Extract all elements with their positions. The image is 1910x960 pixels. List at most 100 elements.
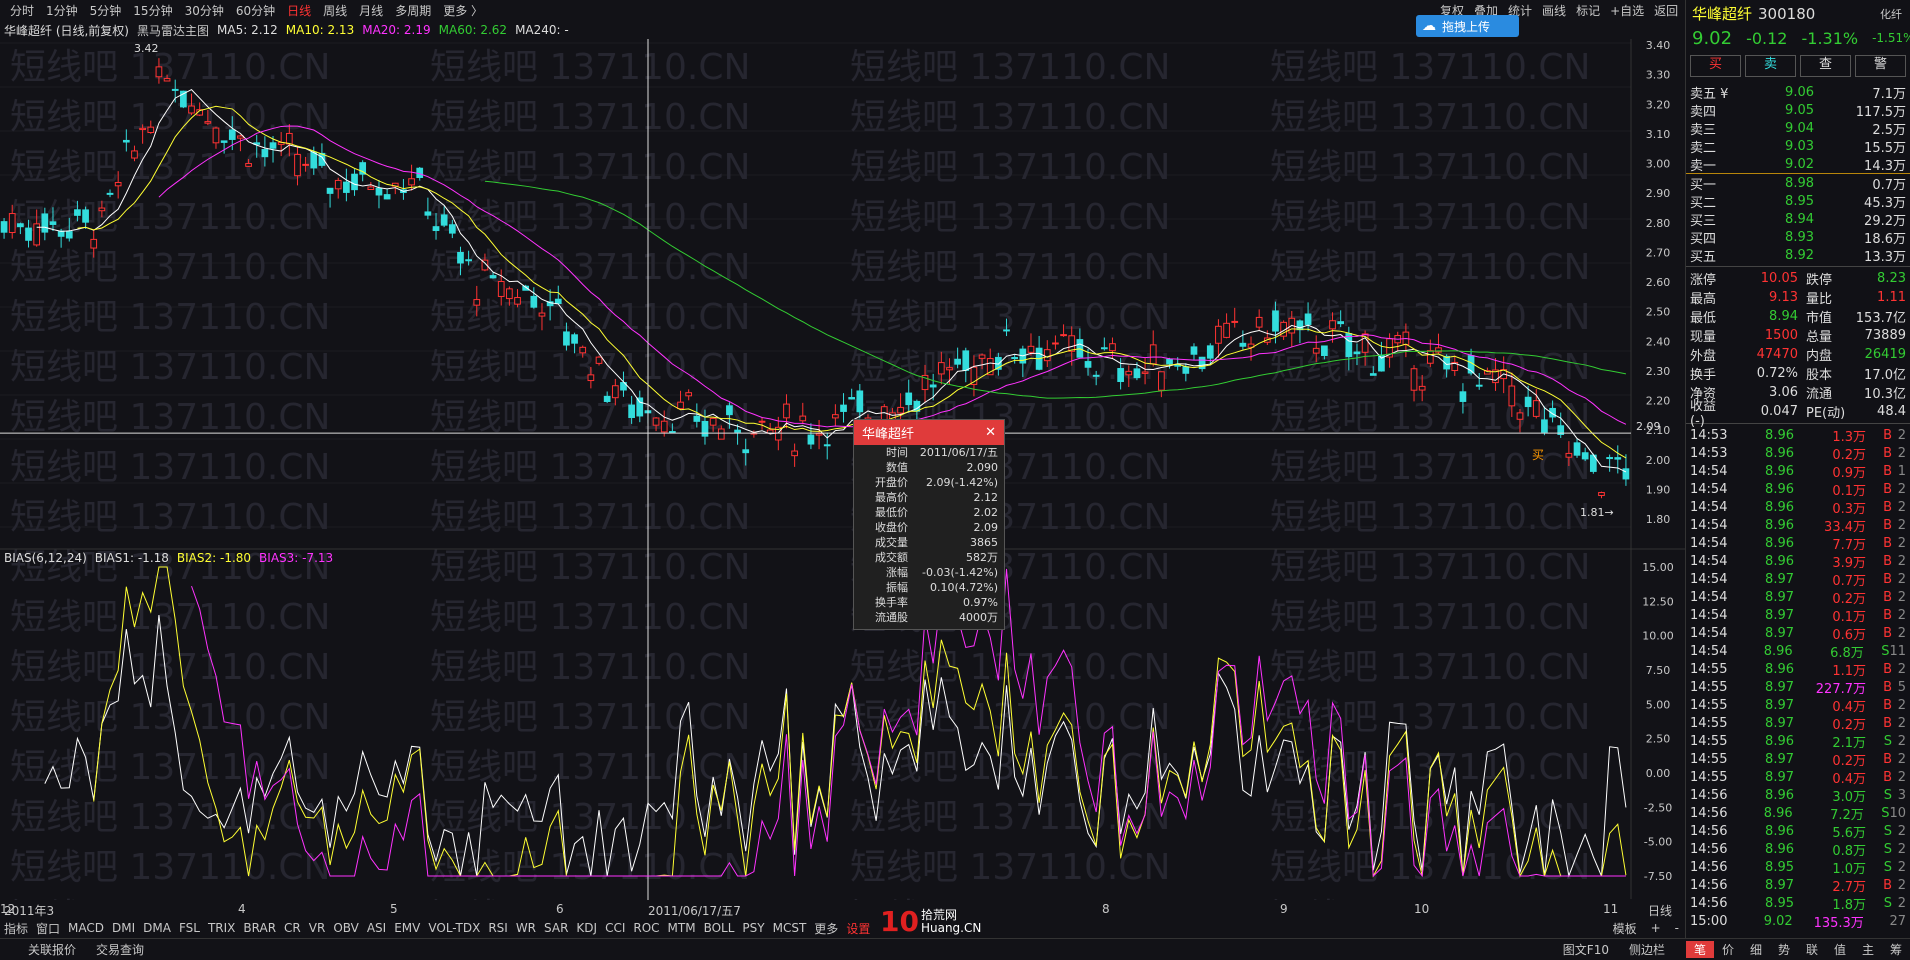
indicator-tab[interactable]: OBV: [333, 921, 359, 935]
candle-body: [897, 406, 904, 414]
candle-body: [49, 221, 57, 225]
indicator-tab[interactable]: 窗口: [36, 920, 60, 937]
upload-label: 拖拽上传: [1442, 19, 1491, 34]
indicator-tab[interactable]: MTM: [668, 921, 696, 935]
template-control[interactable]: 模板: [1613, 920, 1637, 937]
tick-list[interactable]: 14:53 8.96 1.3万 B 2 14:53 8.96 0.2万 B 2 14:54 8.96 0…: [1686, 426, 1910, 931]
panel-tab[interactable]: 主: [1854, 941, 1882, 958]
tick-volume: 1.0万: [1832, 861, 1866, 877]
asks-row[interactable]: 卖三 9.04 2.5万: [1686, 119, 1910, 138]
tick-count: 2: [1897, 859, 1906, 875]
period-tab[interactable]: 15分钟: [133, 2, 172, 19]
tick-row: 14:55 8.96 1.1万 B 2: [1686, 660, 1910, 679]
kline-chart[interactable]: 短线吧 137110.CN 短线吧 137110.CN 短线吧 137110.CN 短…: [0, 39, 1685, 900]
bottom-link[interactable]: 图文F10: [1563, 941, 1609, 958]
tick-time: 14:55: [1690, 751, 1728, 767]
template-control[interactable]: +: [1651, 921, 1661, 935]
period-tab[interactable]: 月线: [359, 2, 383, 19]
bids-price: 8.93: [1785, 229, 1814, 245]
indicator-tab[interactable]: VOL-TDX: [428, 921, 480, 935]
panel-tab[interactable]: 笔: [1686, 940, 1714, 958]
indicator-tab[interactable]: MACD: [68, 921, 104, 935]
candle-body: [1426, 350, 1434, 364]
toolbar-item[interactable]: +自选: [1610, 2, 1644, 19]
watermark-text: 短线吧 137110.CN: [1270, 547, 1590, 588]
panel-tab[interactable]: 筹: [1882, 941, 1910, 958]
trade-button[interactable]: 买: [1690, 55, 1741, 77]
indicator-tab[interactable]: CCI: [605, 921, 625, 935]
toolbar-item[interactable]: 返回: [1654, 2, 1678, 19]
asks-row[interactable]: 卖二 9.03 15.5万: [1686, 137, 1910, 156]
indicator-tab[interactable]: VR: [309, 921, 326, 935]
panel-tab[interactable]: 值: [1826, 941, 1854, 958]
bids-row[interactable]: 买五 8.92 13.3万: [1686, 246, 1910, 265]
close-icon[interactable]: ✕: [985, 425, 996, 440]
bottom-link[interactable]: 关联报价: [28, 941, 76, 958]
period-tab[interactable]: 30分钟: [185, 2, 224, 19]
period-tab[interactable]: 更多 〉: [443, 2, 483, 19]
bias-name[interactable]: BIAS(6,12,24): [4, 551, 87, 565]
bids-row[interactable]: 买二 8.95 45.3万: [1686, 192, 1910, 211]
period-tab[interactable]: 60分钟: [236, 2, 275, 19]
indicator-tab[interactable]: EMV: [394, 921, 420, 935]
bottom-link[interactable]: 侧边栏: [1629, 941, 1665, 958]
panel-tab[interactable]: 联: [1798, 941, 1826, 958]
indicator-tab[interactable]: TRIX: [208, 921, 235, 935]
period-tab[interactable]: 分时: [10, 2, 34, 19]
bids-row[interactable]: 买三 8.94 29.2万: [1686, 210, 1910, 229]
panel-tab[interactable]: 势: [1770, 941, 1798, 958]
indicator-tab[interactable]: CR: [284, 921, 301, 935]
indicator-tab[interactable]: 更多: [814, 920, 838, 937]
tick-row: 14:53 8.96 1.3万 B 2: [1686, 426, 1910, 445]
tooltip-value: 2.12: [973, 491, 999, 504]
period-tab[interactable]: 多周期: [395, 2, 431, 19]
candle-body: [946, 367, 953, 371]
bottom-link[interactable]: 交易查询: [96, 941, 144, 958]
watermark-text: 短线吧 137110.CN: [850, 297, 1170, 338]
candle-body: [1206, 345, 1214, 359]
upload-button[interactable]: ☁ 拖拽上传: [1416, 15, 1519, 37]
tooltip-key: 成交额: [875, 551, 908, 564]
asks-row[interactable]: 卖一 9.02 14.3万: [1686, 155, 1910, 174]
indicator-tab[interactable]: PSY: [742, 921, 764, 935]
candle-body: [1532, 400, 1540, 417]
asks-row[interactable]: 卖四 9.05 117.5万: [1686, 101, 1910, 120]
indicator-tab[interactable]: KDJ: [576, 921, 597, 935]
period-tab[interactable]: 5分钟: [90, 2, 122, 19]
indicator-tab[interactable]: ROC: [633, 921, 659, 935]
indicator-tab[interactable]: 设置: [846, 920, 870, 937]
indicator-tab[interactable]: SAR: [544, 921, 568, 935]
indicator-tab[interactable]: ASI: [367, 921, 386, 935]
template-control[interactable]: -: [1675, 921, 1679, 935]
indicator-tab[interactable]: 指标: [4, 920, 28, 937]
indicator-tab[interactable]: MCST: [773, 921, 807, 935]
bids-row[interactable]: 买一 8.98 0.7万: [1686, 174, 1910, 193]
tick-price: 8.95: [1765, 859, 1794, 875]
asks-row[interactable]: 卖五 ¥ 9.06 7.1万: [1686, 83, 1910, 102]
indicator-tab[interactable]: DMA: [143, 921, 171, 935]
candle-body: [432, 226, 440, 232]
period-tab[interactable]: 1分钟: [46, 2, 78, 19]
period-tab[interactable]: 日线: [287, 2, 311, 19]
toolbar-item[interactable]: 标记: [1576, 2, 1600, 19]
sector-tag[interactable]: 化纤: [1880, 6, 1902, 22]
ask-book: 卖五 ¥ 9.06 7.1万 卖四 9.05 117.5万 卖三 9.04 2.5万 卖二 9.03…: [1686, 83, 1910, 174]
trade-button[interactable]: 查: [1800, 55, 1851, 77]
period-tab[interactable]: 周线: [323, 2, 347, 19]
indicator-tab[interactable]: WR: [516, 921, 536, 935]
trade-button[interactable]: 警: [1855, 55, 1906, 77]
indicator-tab[interactable]: BOLL: [704, 921, 735, 935]
trade-button[interactable]: 卖: [1745, 55, 1796, 77]
indicator-tab[interactable]: FSL: [179, 921, 200, 935]
indicator-tab[interactable]: BRAR: [243, 921, 276, 935]
stat-value: 0.72%: [1756, 366, 1798, 381]
panel-tab[interactable]: 价: [1714, 941, 1742, 958]
indicator-tab[interactable]: DMI: [112, 921, 135, 935]
bids-row[interactable]: 买四 8.93 18.6万: [1686, 228, 1910, 247]
toolbar-item[interactable]: 画线: [1542, 2, 1566, 19]
watermark-text: 短线吧 137110.CN: [850, 847, 1170, 888]
panel-tab[interactable]: 细: [1742, 941, 1770, 958]
candle-body: [367, 186, 375, 190]
indicator-tab[interactable]: RSI: [488, 921, 508, 935]
indicator-name[interactable]: 黑马雷达主图: [137, 22, 209, 39]
